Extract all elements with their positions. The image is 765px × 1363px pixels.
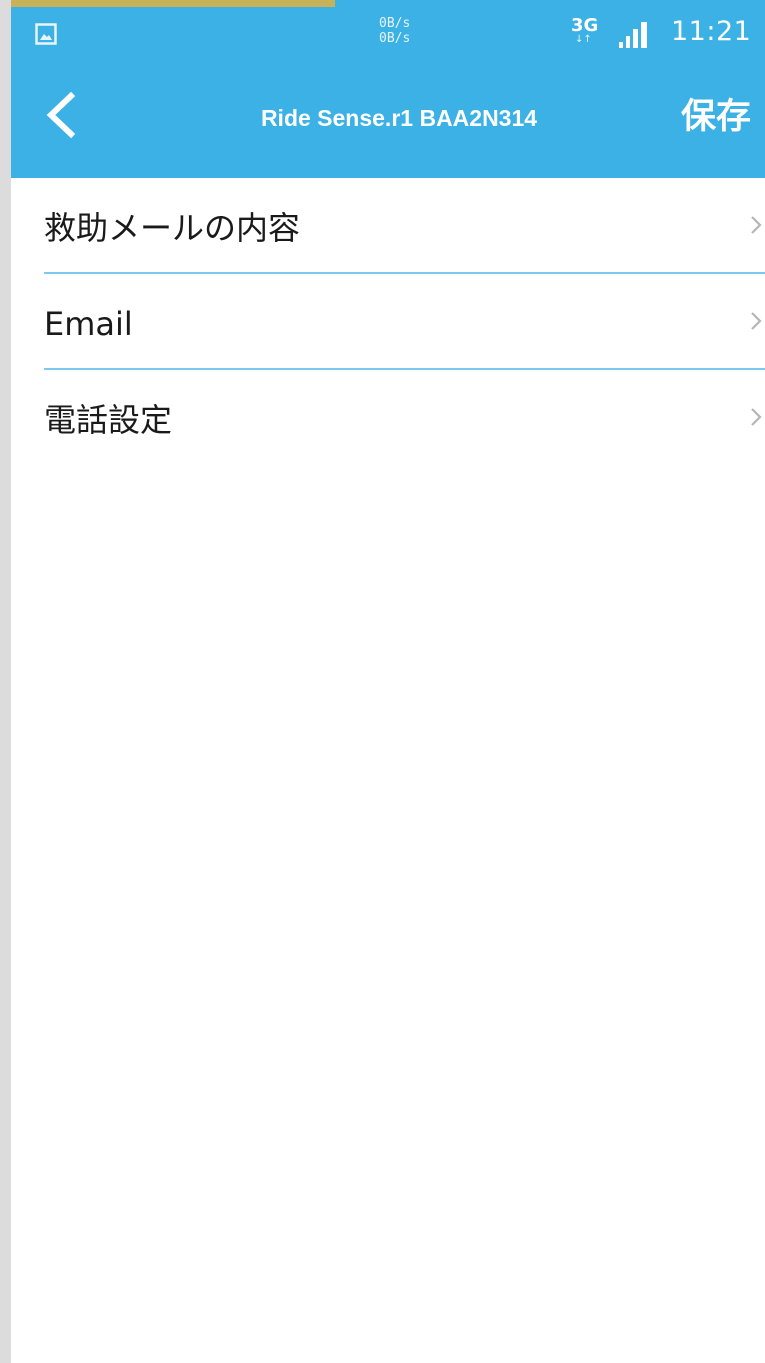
chevron-right-icon — [749, 214, 763, 240]
status-clock: 11:21 — [671, 16, 752, 47]
app-bar: 0B/s 0B/s 3G ↓↑ 11:21 Ride Sense.r1 BAA2… — [11, 0, 765, 178]
status-bar: 0B/s 0B/s 3G ↓↑ 11:21 — [11, 7, 765, 67]
app-screen: 0B/s 0B/s 3G ↓↑ 11:21 Ride Sense.r1 BAA2… — [11, 0, 765, 1363]
progress-strip — [11, 0, 335, 7]
page-title: Ride Sense.r1 BAA2N314 — [260, 105, 538, 131]
network-type-label: 3G — [571, 15, 599, 36]
image-notification-icon — [35, 23, 57, 49]
list-item-rescue-mail-content[interactable]: 救助メールの内容 — [11, 178, 765, 274]
list-item-email[interactable]: Email — [11, 274, 765, 370]
upload-speed: 0B/s — [379, 16, 411, 31]
download-speed: 0B/s — [379, 31, 411, 46]
settings-list: 救助メールの内容 Email 電話設定 — [11, 178, 765, 466]
chevron-right-icon — [749, 406, 763, 432]
cell-signal-icon — [617, 20, 651, 54]
network-speed: 0B/s 0B/s — [379, 16, 439, 46]
list-item-label: 救助メールの内容 — [44, 209, 301, 247]
list-item-label: 電話設定 — [44, 401, 173, 439]
chevron-right-icon — [749, 310, 763, 336]
data-activity-icon: ↓↑ — [575, 34, 592, 45]
save-button[interactable]: 保存 — [681, 95, 751, 139]
list-item-label: Email — [44, 305, 133, 343]
list-item-phone-settings[interactable]: 電話設定 — [11, 370, 765, 466]
